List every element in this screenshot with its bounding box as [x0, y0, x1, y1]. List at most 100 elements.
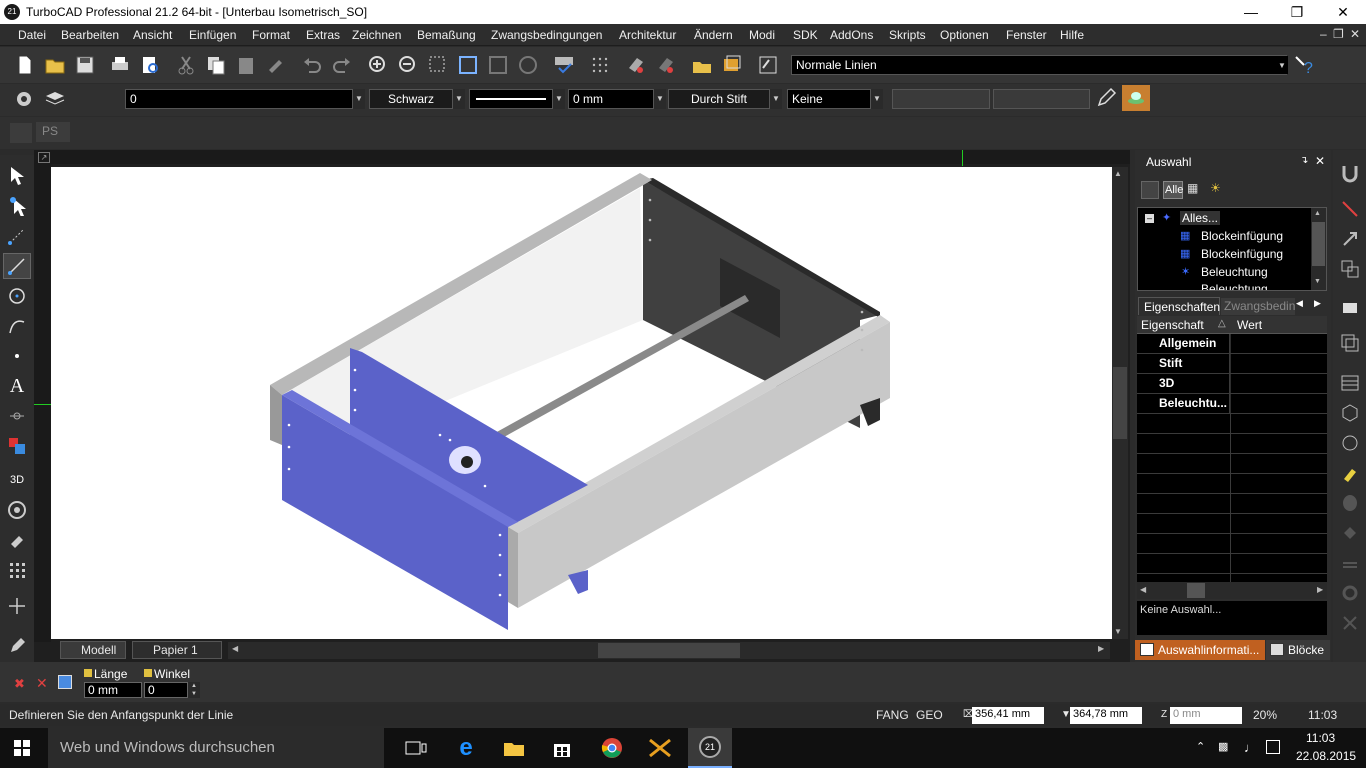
scroll-down-icon[interactable]: ▼ — [1114, 627, 1122, 636]
line-pattern-dropdown-icon[interactable]: ▼ — [553, 89, 565, 109]
line-tool-icon[interactable] — [3, 253, 31, 279]
menu-bearbeiten[interactable]: Bearbeiten — [61, 28, 119, 42]
paper-space-button[interactable]: PS — [36, 122, 70, 142]
menu-datei[interactable]: Datei — [18, 28, 46, 42]
x-coordinate[interactable]: 356,41 mm — [972, 707, 1044, 724]
scroll-thumb[interactable] — [1113, 367, 1127, 439]
snap-toggle[interactable]: FANG — [876, 704, 909, 726]
calculator-icon[interactable] — [58, 675, 72, 689]
highlighter-icon[interactable] — [1336, 460, 1363, 486]
redraw-icon[interactable] — [516, 53, 540, 77]
angle-input[interactable]: 0 — [144, 682, 188, 698]
tab-prev-icon[interactable]: ◀ — [1296, 298, 1303, 309]
cube-icon[interactable] — [1336, 400, 1363, 426]
scroll-right-icon[interactable]: ▶ — [1098, 644, 1104, 653]
clock-date[interactable]: 22.08.2015 — [1296, 749, 1356, 763]
zoom-level[interactable]: 20% — [1253, 704, 1277, 726]
angle-lock-icon[interactable] — [144, 669, 152, 677]
menu-ansicht[interactable]: Ansicht — [133, 28, 172, 42]
angle-spinner-icon[interactable]: ▲ ▼ — [188, 682, 200, 698]
tree-item-block-2[interactable]: Blockeinfügung — [1201, 247, 1283, 261]
col-value[interactable]: Wert — [1237, 318, 1262, 332]
tray-chevron-icon[interactable]: ⌃ — [1196, 740, 1205, 753]
filter-blocks-icon[interactable]: ▦ — [1187, 181, 1205, 199]
help-icon[interactable]: ? — [1292, 53, 1316, 77]
design-director-icon[interactable] — [720, 53, 744, 77]
menu-fenster[interactable]: Fenster — [1006, 28, 1047, 42]
sort-icon[interactable]: △ — [1218, 318, 1226, 329]
tab-paper[interactable]: Papier 1 — [132, 641, 222, 659]
col-property[interactable]: Eigenschaft — [1141, 318, 1204, 332]
save-icon[interactable] — [73, 53, 97, 77]
copy-icon[interactable] — [204, 53, 228, 77]
length-lock-icon[interactable] — [84, 669, 92, 677]
tree-collapse-icon[interactable]: – — [1145, 214, 1154, 223]
zoom-extents-icon[interactable] — [456, 53, 480, 77]
finish-icon[interactable]: ✕ — [36, 675, 48, 692]
line-width-dropdown-icon[interactable]: ▼ — [654, 89, 666, 109]
property-hscroll[interactable]: ◀ ▶ — [1137, 582, 1327, 599]
store-icon[interactable] — [540, 728, 584, 768]
select-arrow-icon[interactable] — [3, 163, 31, 189]
tree-scroll-thumb[interactable] — [1312, 222, 1325, 266]
line-style-dropdown-icon[interactable]: ▼ — [1276, 56, 1288, 74]
line-width-select[interactable]: 0 mm — [568, 89, 654, 109]
minimize-button[interactable]: — — [1228, 0, 1274, 24]
model-space-icon[interactable] — [10, 123, 32, 143]
print-preview-icon[interactable] — [138, 53, 162, 77]
open-folder-icon[interactable] — [43, 53, 67, 77]
menu-extras[interactable]: Extras — [306, 28, 340, 42]
menu-skripts[interactable]: Skripts — [889, 28, 926, 42]
point-line-icon[interactable] — [3, 223, 31, 249]
pencil-tool-icon[interactable] — [3, 631, 31, 657]
property-icon[interactable] — [654, 53, 678, 77]
3d-tool-icon[interactable]: 3D — [3, 467, 31, 493]
menu-hilfe[interactable]: Hilfe — [1060, 28, 1084, 42]
line-pattern-select[interactable] — [469, 89, 553, 109]
hscroll-thumb[interactable] — [598, 643, 740, 658]
tab-selection-info[interactable]: Auswahlinformati... — [1135, 640, 1265, 660]
redo-icon[interactable] — [330, 53, 354, 77]
tree-item-light-1[interactable]: Beleuchtung — [1201, 265, 1268, 279]
print-snap-icon[interactable] — [1336, 294, 1363, 320]
scroll-left-icon[interactable]: ◀ — [232, 644, 238, 653]
copy-snap-icon[interactable] — [1336, 256, 1363, 282]
filter-all-button[interactable]: Alle — [1163, 181, 1183, 199]
insert-tool-icon[interactable] — [3, 433, 31, 459]
arrow-snap-icon[interactable] — [1336, 226, 1363, 252]
style-manager-icon[interactable] — [756, 53, 780, 77]
zoom-in-icon[interactable] — [366, 53, 390, 77]
windows-start-icon[interactable] — [14, 740, 30, 756]
zoom-page-icon[interactable] — [486, 53, 510, 77]
curve-tool-icon[interactable] — [3, 313, 31, 339]
scissors-3d-icon[interactable] — [1336, 610, 1363, 636]
format-painter-icon[interactable] — [264, 53, 288, 77]
text-tool-icon[interactable]: A — [3, 373, 31, 399]
ucs-icon[interactable]: ↗ — [38, 152, 50, 163]
file-explorer-icon[interactable] — [492, 728, 536, 768]
layer-select[interactable]: 0 — [125, 89, 353, 109]
shape-icon[interactable] — [1336, 520, 1363, 546]
taskbar-search[interactable]: Web und Windows durchsuchen — [48, 728, 384, 768]
layers-panel-icon[interactable] — [1336, 330, 1363, 356]
prop-scroll-right-icon[interactable]: ▶ — [1317, 585, 1323, 594]
new-file-icon[interactable] — [13, 53, 37, 77]
point-tool-icon[interactable] — [3, 343, 31, 369]
cad-app-icon[interactable] — [638, 728, 682, 768]
clock-time[interactable]: 11:03 — [1306, 731, 1335, 745]
tab-next-icon[interactable]: ▶ — [1314, 298, 1321, 309]
menu-aendern[interactable]: Ändern — [694, 28, 733, 42]
pen-dropdown-icon[interactable]: ▼ — [770, 89, 782, 109]
prop-group-3d[interactable]: +3D — [1137, 374, 1327, 394]
layer-dropdown-icon[interactable]: ▼ — [353, 89, 365, 109]
fill-dropdown-icon[interactable]: ▼ — [871, 89, 883, 109]
gear-3d-icon[interactable] — [1336, 580, 1363, 606]
maximize-button[interactable]: ❐ — [1274, 0, 1320, 24]
paste-icon[interactable] — [234, 53, 258, 77]
menu-bemassung[interactable]: Bemaßung — [417, 28, 476, 42]
prop-group-pen[interactable]: +Stift — [1137, 354, 1327, 374]
magnet-icon[interactable] — [1336, 160, 1363, 186]
layer-icon[interactable] — [624, 53, 648, 77]
panel-close-icon[interactable]: ✕ — [1315, 154, 1325, 168]
edit-tool-icon[interactable] — [3, 193, 31, 219]
